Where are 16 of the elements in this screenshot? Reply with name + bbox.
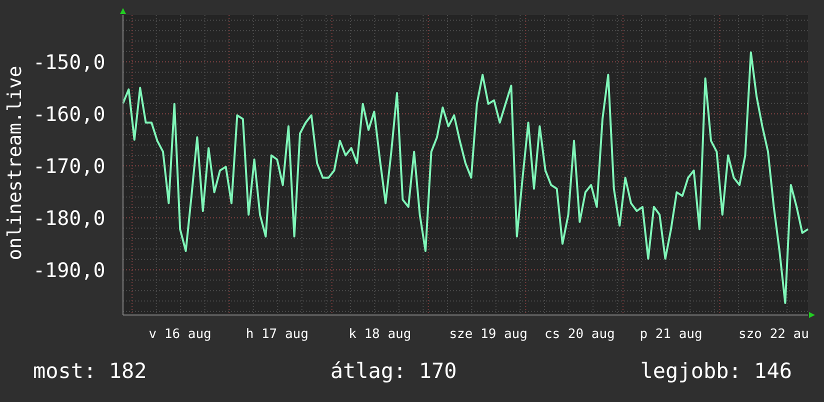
y-tick-label: -170,0 <box>33 154 106 178</box>
x-tick-label: cs 20 aug <box>544 327 615 342</box>
y-tick-label: -180,0 <box>33 206 106 230</box>
summary-stat: legjobb: 146 <box>640 359 792 383</box>
x-tick-label: szo 22 au <box>738 327 809 342</box>
summary-stat: most: 182 <box>33 359 147 383</box>
y-tick-label: -190,0 <box>33 258 106 282</box>
x-tick-label: sze 19 aug <box>449 327 528 342</box>
x-tick-label: v 16 aug <box>148 327 212 342</box>
y-tick-label: -150,0 <box>33 50 106 74</box>
x-tick-label: h 17 aug <box>246 327 308 342</box>
x-tick-label: k 18 aug <box>348 327 412 342</box>
summary-stat: átlag: 170 <box>330 359 457 383</box>
y-tick-label: -160,0 <box>33 102 106 126</box>
x-tick-label: p 21 aug <box>640 327 702 342</box>
axis-title: onlinestream.live <box>4 65 26 260</box>
